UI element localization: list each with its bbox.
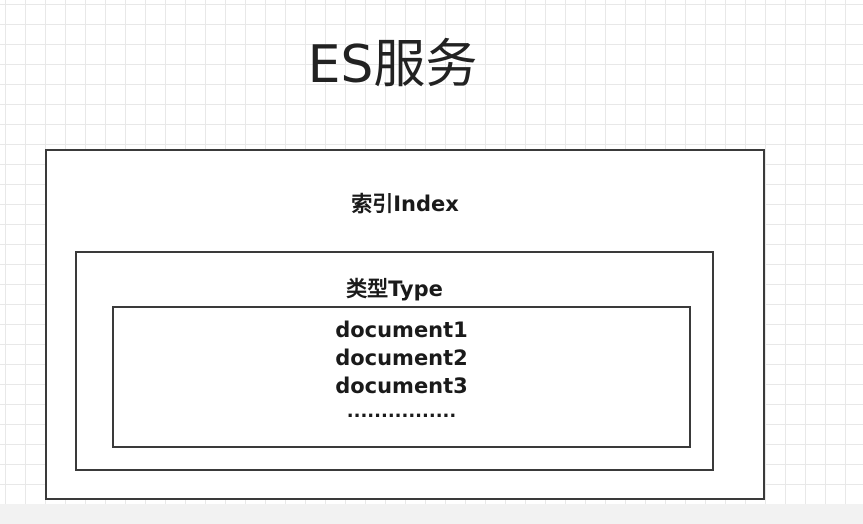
document-item: document1 bbox=[335, 318, 468, 342]
document-ellipsis: ................ bbox=[346, 401, 457, 422]
type-label: 类型Type bbox=[346, 277, 443, 301]
document-item: document2 bbox=[335, 346, 468, 370]
documents-box: document1 document2 document3 ..........… bbox=[112, 306, 691, 448]
canvas-bottom-strip bbox=[0, 504, 863, 524]
document-item: document3 bbox=[335, 374, 468, 398]
diagram-title: ES服务 bbox=[307, 35, 478, 95]
index-label: 索引Index bbox=[351, 192, 459, 216]
document-list: document1 document2 document3 ..........… bbox=[114, 316, 689, 424]
